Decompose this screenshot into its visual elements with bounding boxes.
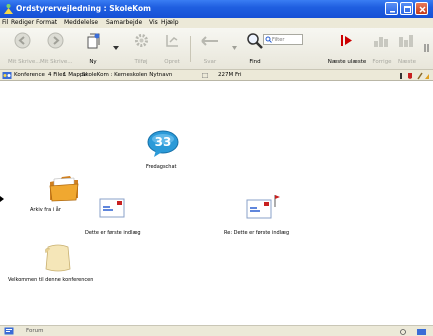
archive-folder-item[interactable]: Arkiv fra i år (16, 174, 79, 219)
menu-message[interactable]: Meddelelse (64, 19, 98, 26)
archive-label: Arkiv fra i år (30, 207, 61, 213)
message-item-reply[interactable]: Re: Dette er første indlæg (222, 193, 322, 238)
next-label: Næste (398, 59, 416, 65)
menu-file[interactable]: Fil (2, 19, 8, 26)
next-unread-button[interactable]: Næste ulæste (327, 28, 367, 70)
title-bar: Ordstyrervejledning : SkoleKom (0, 0, 433, 18)
document-icon (45, 244, 71, 272)
message-item-first[interactable]: Dette er første indlæg (68, 198, 168, 238)
menu-edit[interactable]: Rediger (11, 19, 34, 26)
new-dropdown-icon[interactable] (113, 46, 119, 50)
menu-view[interactable]: Vis (149, 19, 158, 26)
toolbar: Mit Skrive... Mit Skrive... Ny Tilføj Op… (0, 28, 433, 70)
chat-label: Fredagschat (146, 164, 177, 170)
forum-icon (4, 327, 14, 335)
conference-label: Konference (14, 72, 45, 78)
previous-button[interactable]: Forrige (369, 28, 395, 70)
status-right-icons (400, 329, 426, 335)
window-title: Ordstyrervejledning : SkoleKom (16, 4, 151, 13)
maximize-button[interactable] (400, 2, 413, 15)
forward-button[interactable]: Mit Skrive... (40, 28, 73, 70)
new-button[interactable]: Ny (83, 28, 103, 70)
forward-arrow-icon (47, 32, 64, 49)
flagged-message-icon (246, 195, 280, 219)
close-icon (419, 6, 426, 13)
next-button[interactable]: Næste (395, 28, 419, 70)
minimize-button[interactable] (385, 2, 398, 15)
conference-content: 33 Fredagschat Arkiv fra i år Dette er f… (0, 81, 433, 325)
close-button[interactable] (415, 2, 428, 15)
hierarchy-icon (166, 35, 178, 47)
reply-icon (201, 36, 218, 46)
chat-count: 33 (155, 135, 172, 149)
reply-dropdown-icon[interactable] (232, 46, 237, 50)
free-space: 227M Fri (218, 72, 242, 78)
maximize-icon (404, 6, 411, 13)
reply-label: Svar (203, 59, 217, 65)
new-label: Ny (89, 59, 97, 65)
add-button[interactable]: Tilføj (124, 28, 158, 70)
divider-icon (202, 73, 208, 78)
toolbar-separator (190, 36, 191, 62)
previous-label: Forrige (372, 59, 392, 65)
menu-collaborate[interactable]: Samarbejde (106, 19, 142, 26)
next-unread-icon (341, 35, 352, 46)
find-label: Find (249, 59, 261, 65)
welcome-document-item[interactable]: Velkommen til denne konferencen (8, 243, 118, 287)
chat-item[interactable]: 33 Fredagschat (130, 130, 180, 180)
minimize-icon (390, 11, 395, 13)
reply-button[interactable]: Svar (199, 28, 221, 70)
forward-label: Mit Skrive... (40, 59, 73, 65)
back-button[interactable]: Mit Skrive... (8, 28, 41, 70)
create-label: Opret (164, 59, 180, 65)
new-document-icon (87, 33, 100, 49)
skolekom-logo-icon (4, 4, 13, 14)
expand-arrow-icon[interactable] (0, 196, 4, 202)
back-arrow-icon (14, 32, 31, 49)
conference-icon (2, 72, 12, 79)
create-button[interactable]: Opret (158, 28, 186, 70)
chat-bubble-icon: 33 (147, 130, 179, 157)
filter-search-icon (265, 36, 272, 43)
toolbar-overflow-icon[interactable] (424, 44, 430, 52)
menu-bar: Fil Rediger Format Meddelelse Samarbejde… (0, 18, 433, 28)
back-label: Mit Skrive... (8, 59, 41, 65)
add-label: Tilføj (134, 59, 148, 65)
welcome-label: Velkommen til denne konferencen (8, 277, 94, 283)
status-text: Forum (26, 328, 44, 334)
search-icon (247, 33, 263, 49)
menu-help[interactable]: Hjælp (161, 19, 179, 26)
path-bar: Konference 4 Filer 1 Mappe SkoleKom : Ke… (0, 70, 433, 81)
gear-icon (135, 34, 148, 47)
menu-format[interactable]: Format (36, 19, 57, 26)
next-unread-label: Næste ulæste (327, 59, 367, 65)
status-bar: Forum (0, 325, 433, 336)
previous-icon (374, 37, 388, 47)
filter-box[interactable] (263, 34, 303, 45)
message-first-label: Dette er første indlæg (85, 230, 141, 236)
next-icon (399, 35, 413, 47)
status-indicators (400, 72, 429, 80)
message-reply-label: Re: Dette er første indlæg (224, 230, 290, 236)
message-envelope-icon (99, 198, 125, 218)
conference-path: SkoleKom : Kerneskolen Nytnavn (82, 72, 173, 78)
